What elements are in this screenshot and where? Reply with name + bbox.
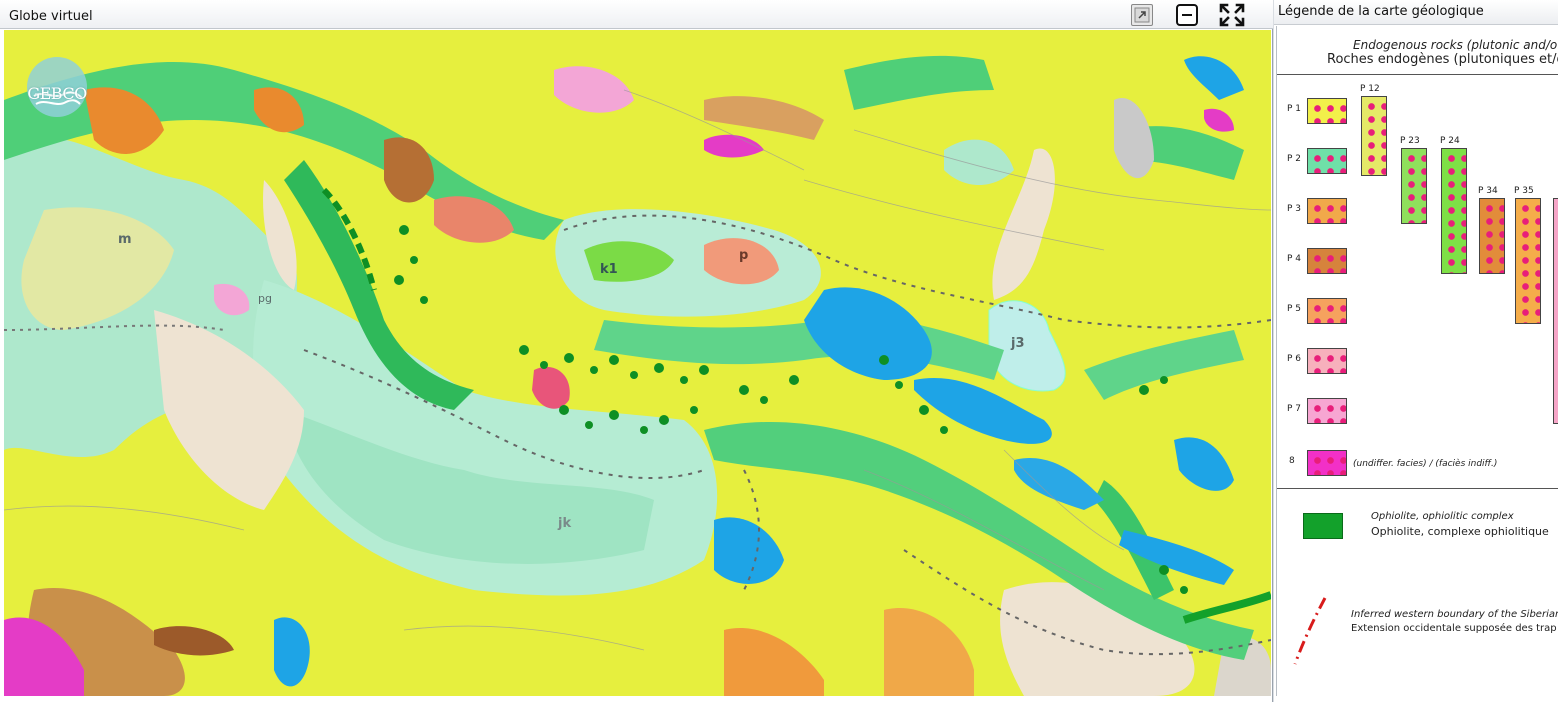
legend-titlebar: Légende de la carte géologique [1274,0,1558,25]
globe-title: Globe virtuel [9,9,93,24]
ophiolite-label-fr: Ophiolite, complexe ophiolitique [1371,525,1549,538]
map-label-j3: j3 [1011,336,1025,351]
legend-column-code: P 23 [1400,136,1420,146]
map-label-k1: k1 [600,262,618,277]
legend-row-swatch [1307,148,1347,174]
gebco-logo-text: GEBCO [27,84,87,103]
legend-divider [1277,74,1558,75]
legend-row-swatch [1307,198,1347,224]
undock-button[interactable] [1131,4,1153,26]
ophiolite-swatch [1303,513,1343,539]
legend-scroll-area[interactable]: Endogenous rocks (plutonic and/o Roches … [1276,26,1558,696]
ophiolite-label-en: Ophiolite, ophiolitic complex [1371,511,1514,522]
legend-row-swatch [1307,248,1347,274]
map-label-p: p [739,248,749,263]
legend-column-swatch [1361,96,1387,176]
fullscreen-button[interactable] [1219,3,1245,27]
legend-row-swatch [1307,398,1347,424]
legend-heading-en: Endogenous rocks (plutonic and/o [1353,38,1558,52]
map-label-pg: pg [258,292,272,305]
gebco-logo: GEBCO [24,54,90,120]
legend-row-code: P 7 [1287,404,1302,414]
fullscreen-icon [1219,3,1245,27]
legend-row-code: P 5 [1287,304,1302,314]
legend-column-swatch [1515,198,1541,324]
legend-row-code: P 1 [1287,104,1302,114]
legend-column-swatch [1441,148,1467,274]
legend-column-swatch [1479,198,1505,274]
siberian-trap-boundary-symbol [1293,597,1327,665]
trap-boundary-label-fr: Extension occidentale supposée des trap [1351,623,1557,634]
legend-row-swatch [1307,450,1347,476]
map-label-jk: jk [558,516,572,531]
globe-panel: Globe virtuel GEBCO m pg k1 p j3 jk [0,0,1273,702]
legend-heading-fr: Roches endogènes (plutoniques et/o [1327,52,1558,67]
map-label-m: m [118,232,132,247]
legend-row-code: 8 [1289,456,1295,466]
geological-map[interactable]: GEBCO m pg k1 p j3 jk [4,30,1271,696]
map-drawing [4,30,1271,696]
undock-icon [1134,7,1150,23]
legend-row-code: P 2 [1287,154,1302,164]
legend-column-swatch [1401,148,1427,224]
globe-titlebar: Globe virtuel [0,0,1273,29]
legend-column-swatch-partial [1553,198,1558,424]
legend-title: Légende de la carte géologique [1278,4,1484,19]
trap-boundary-label-en: Inferred western boundary of the Siberia… [1351,609,1558,620]
minimize-icon [1182,14,1192,16]
legend-undiff-text: (undiffer. facies) / (faciès indiff.) [1353,459,1498,469]
legend-row-code: P 6 [1287,354,1302,364]
legend-row-swatch [1307,348,1347,374]
legend-row-swatch [1307,298,1347,324]
legend-row-code: P 4 [1287,254,1302,264]
legend-panel: Légende de la carte géologique Endogenou… [1274,0,1558,702]
legend-row-code: P 3 [1287,204,1302,214]
legend-column-code: P 12 [1360,84,1380,94]
legend-column-code: P 34 [1478,186,1498,196]
legend-column-code: P 24 [1440,136,1460,146]
legend-divider [1277,488,1558,489]
legend-row-swatch [1307,98,1347,124]
legend-column-code: P 35 [1514,186,1534,196]
minimize-button[interactable] [1176,4,1198,26]
